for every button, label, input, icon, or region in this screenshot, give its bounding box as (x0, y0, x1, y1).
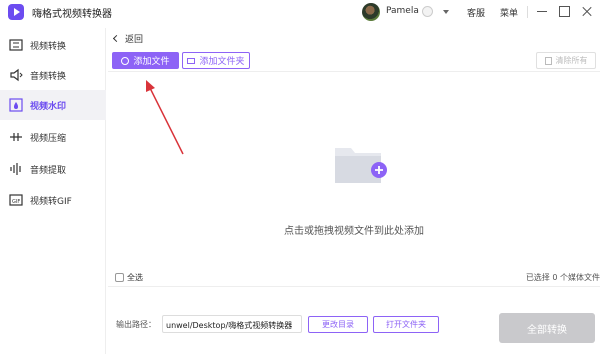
compress-icon (10, 133, 22, 141)
output-bar: 输出路径： unwel/Desktop/嗨格式视频转换器 更改目录 打开文件夹 … (108, 286, 600, 354)
back-button[interactable]: 返回 (112, 32, 144, 45)
user-name[interactable]: Pamela (386, 6, 419, 16)
selected-count: 已选择 0 个媒体文件 (525, 273, 600, 282)
close-button[interactable] (580, 4, 594, 18)
select-all-checkbox[interactable] (115, 273, 124, 282)
service-button[interactable]: 客服 (467, 6, 485, 19)
add-file-label: 添加文件 (133, 57, 170, 67)
main-panel: 返回 添加文件 添加文件夹 清除所有 点击或拖拽视频文件到此处添加 全选 已选择… (108, 28, 600, 354)
sidebar-item-gif[interactable]: GIF 视频转GIF (0, 185, 106, 215)
add-icon (121, 56, 130, 65)
empty-folder-icon (335, 148, 387, 183)
drop-hint: 点击或拖拽视频文件到此处添加 (284, 226, 424, 237)
add-folder-label: 添加文件夹 (199, 57, 245, 67)
title-divider (527, 6, 528, 18)
sidebar-item-label: 音频转换 (30, 72, 67, 82)
sidebar-item-compress[interactable]: 视频压缩 (0, 122, 106, 152)
audio-convert-icon (10, 68, 23, 82)
vip-badge-icon (422, 6, 433, 17)
trash-icon (544, 56, 552, 65)
select-all-label[interactable]: 全选 (127, 272, 143, 283)
sidebar: 视频转换 音频转换 视频水印 视频压缩 音频提取 GIF 视频转GIF (0, 28, 106, 354)
sidebar-item-label: 视频水印 (30, 102, 67, 112)
avatar[interactable] (362, 3, 380, 21)
audio-extract-icon (10, 163, 21, 175)
output-path-label: 输出路径： (116, 320, 156, 329)
minimize-button[interactable] (535, 4, 549, 18)
clear-all-button[interactable]: 清除所有 (536, 52, 596, 69)
selection-row: 全选 已选择 0 个媒体文件 (108, 270, 600, 286)
sidebar-item-audio-extract[interactable]: 音频提取 (0, 154, 106, 184)
back-label: 返回 (125, 35, 144, 45)
app-title: 嗨格式视频转换器 (32, 9, 112, 20)
video-convert-icon (9, 39, 23, 51)
svg-text:GIF: GIF (12, 199, 20, 205)
title-bar: 嗨格式视频转换器 Pamela 客服 菜单 (0, 0, 600, 25)
output-path-field[interactable]: unwel/Desktop/嗨格式视频转换器 (162, 315, 302, 333)
add-file-button[interactable]: 添加文件 (112, 52, 179, 69)
app-logo-icon (8, 4, 24, 20)
app-window: 嗨格式视频转换器 Pamela 客服 菜单 视频转换 音频转换 视频水印 视频压… (0, 0, 600, 354)
sidebar-item-label: 视频转换 (30, 42, 67, 52)
sidebar-item-video-convert[interactable]: 视频转换 (0, 30, 106, 60)
sidebar-item-label: 视频压缩 (30, 134, 67, 144)
toolbar: 添加文件 添加文件夹 清除所有 (108, 52, 600, 72)
open-folder-button[interactable]: 打开文件夹 (373, 316, 439, 333)
clear-all-label: 清除所有 (555, 56, 588, 65)
watermark-icon (9, 98, 23, 112)
sidebar-item-watermark[interactable]: 视频水印 (0, 90, 106, 120)
add-folder-button[interactable]: 添加文件夹 (182, 52, 250, 69)
sidebar-item-label: 音频提取 (30, 166, 67, 176)
convert-all-button[interactable]: 全部转换 (499, 313, 595, 343)
menu-button[interactable]: 菜单 (500, 6, 518, 19)
gif-icon: GIF (9, 194, 23, 206)
folder-icon (187, 57, 196, 64)
chevron-down-icon[interactable] (443, 10, 449, 14)
drop-zone[interactable]: 点击或拖拽视频文件到此处添加 (108, 74, 600, 270)
maximize-button[interactable] (557, 4, 571, 18)
sidebar-item-label: 视频转GIF (30, 197, 72, 207)
chevron-left-icon (112, 34, 121, 43)
change-directory-button[interactable]: 更改目录 (308, 316, 368, 333)
sidebar-item-audio-convert[interactable]: 音频转换 (0, 60, 106, 90)
